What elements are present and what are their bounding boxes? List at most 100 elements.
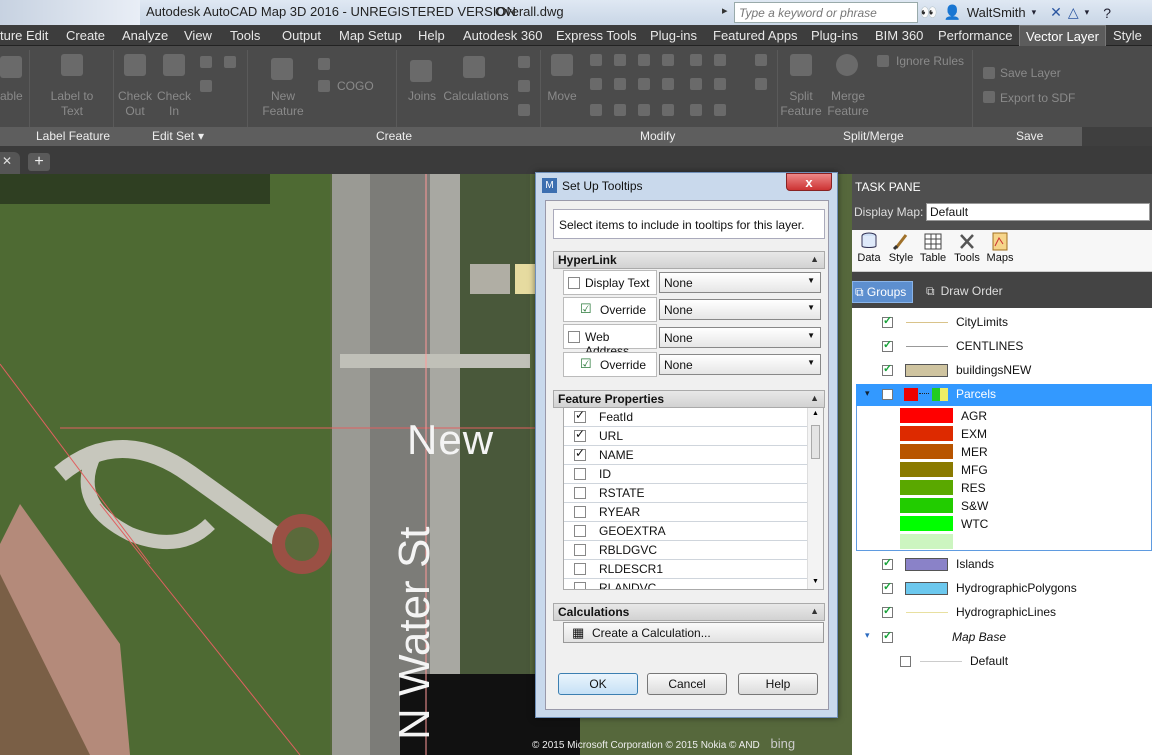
layer-visibility-checkbox[interactable]: [882, 389, 893, 400]
chevron-down-icon[interactable]: ▾: [865, 630, 870, 641]
display-map-dropdown[interactable]: Default: [926, 203, 1150, 221]
layer-visibility-checkbox[interactable]: [882, 362, 893, 376]
check-out-button[interactable]: Check Out: [116, 89, 154, 119]
tab-feature-edit[interactable]: ture Edit: [0, 28, 48, 43]
layer-row[interactable]: Default: [852, 651, 1152, 673]
list-item[interactable]: GEOEXTRA: [564, 522, 808, 541]
display-text-select[interactable]: None ▼: [659, 272, 821, 293]
cogo-dropdown[interactable]: COGO: [337, 79, 387, 94]
layer-row[interactable]: buildingsNEW: [852, 360, 1152, 382]
layer-row-selected[interactable]: ▾ Parcels: [856, 384, 1152, 406]
close-button[interactable]: x: [786, 173, 832, 191]
modify-icon[interactable]: [690, 104, 702, 116]
layer-visibility-checkbox[interactable]: [882, 580, 893, 594]
binoculars-icon[interactable]: 👀: [920, 4, 937, 21]
modify-icon[interactable]: [638, 78, 650, 90]
modify-icon[interactable]: [590, 104, 602, 116]
property-checkbox[interactable]: [574, 446, 586, 461]
list-item[interactable]: RBLDGVC: [564, 541, 808, 560]
autodesk-a360-icon[interactable]: △: [1068, 4, 1079, 21]
tab-featured-apps[interactable]: Featured Apps: [713, 28, 798, 43]
tab-bim-360[interactable]: BIM 360: [875, 28, 923, 43]
modify-icon[interactable]: [662, 54, 674, 66]
new-feature-button[interactable]: New Feature: [258, 89, 308, 119]
collapse-icon[interactable]: ▲: [810, 393, 819, 403]
tab-help[interactable]: Help: [418, 28, 445, 43]
ok-button[interactable]: OK: [558, 673, 638, 695]
list-item[interactable]: RLANDVC: [564, 579, 808, 589]
save-layer-button[interactable]: Save Layer: [1000, 66, 1080, 81]
split-feature-button[interactable]: Split Feature: [780, 89, 822, 119]
tab-vector-layer[interactable]: Vector Layer: [1019, 25, 1106, 46]
list-item[interactable]: FeatId: [564, 408, 808, 427]
tab-style[interactable]: Style: [1113, 28, 1142, 43]
add-tab-button[interactable]: +: [28, 153, 50, 171]
modify-icon[interactable]: [638, 104, 650, 116]
calculations-button[interactable]: Calculations: [440, 89, 512, 104]
edit-set-icon[interactable]: [224, 56, 236, 68]
ignore-rules-button[interactable]: Ignore Rules: [896, 54, 976, 69]
calculations-section-header[interactable]: Calculations ▲: [553, 603, 825, 621]
label-to-text-button[interactable]: Label to Text: [44, 89, 100, 119]
layer-row[interactable]: CENTLINES: [852, 336, 1152, 358]
tab-express-tools[interactable]: Express Tools: [556, 28, 637, 43]
tab-view[interactable]: View: [184, 28, 212, 43]
modify-icon[interactable]: [714, 54, 726, 66]
tab-autodesk-360[interactable]: Autodesk 360: [463, 28, 543, 43]
modify-icon[interactable]: [755, 78, 767, 90]
tab-draw-order[interactable]: ⧉ Draw Order: [926, 284, 1003, 299]
property-checkbox[interactable]: [574, 525, 586, 537]
property-checkbox[interactable]: [574, 408, 586, 423]
collapse-icon[interactable]: ▲: [810, 254, 819, 264]
list-item[interactable]: RYEAR: [564, 503, 808, 522]
property-checkbox[interactable]: [574, 582, 586, 589]
close-icon[interactable]: ✕: [2, 154, 12, 168]
modify-icon[interactable]: [614, 104, 626, 116]
table-button[interactable]: Table: [916, 232, 950, 264]
scrollbar[interactable]: ▲ ▼: [807, 408, 823, 589]
list-item[interactable]: RLDESCR1: [564, 560, 808, 579]
chevron-down-icon[interactable]: ▾: [1085, 7, 1090, 18]
style-button[interactable]: Style: [884, 232, 918, 264]
layer-visibility-checkbox[interactable]: [882, 629, 893, 643]
document-tab[interactable]: ✕: [0, 152, 20, 174]
feature-properties-list[interactable]: FeatId URL NAME ID RSTATE RYEAR GEOEXTRA…: [563, 407, 824, 590]
tab-performance[interactable]: Performance: [938, 28, 1012, 43]
scroll-down-icon[interactable]: ▼: [812, 578, 819, 585]
web-address-override-select[interactable]: None ▼: [659, 354, 821, 375]
layer-row[interactable]: HydrographicLines: [852, 602, 1152, 624]
tool-icon[interactable]: [518, 104, 530, 116]
feature-properties-section-header[interactable]: Feature Properties ▲: [553, 390, 825, 408]
scroll-up-icon[interactable]: ▲: [812, 410, 819, 417]
modify-icon[interactable]: [662, 78, 674, 90]
panel-label-feature[interactable]: Label Feature: [36, 129, 110, 143]
chevron-down-icon[interactable]: ▾: [865, 388, 870, 399]
user-name[interactable]: WaltSmith: [967, 5, 1026, 20]
property-checkbox[interactable]: [574, 487, 586, 499]
layer-visibility-checkbox[interactable]: [882, 556, 893, 570]
list-item[interactable]: RSTATE: [564, 484, 808, 503]
layer-visibility-checkbox[interactable]: [882, 314, 893, 328]
tab-groups[interactable]: ⧉ Groups: [852, 281, 913, 303]
move-button[interactable]: Move: [543, 89, 581, 104]
tools-button[interactable]: Tools: [950, 232, 984, 264]
modify-icon[interactable]: [590, 54, 602, 66]
modify-icon[interactable]: [714, 104, 726, 116]
tab-map-setup[interactable]: Map Setup: [339, 28, 402, 43]
display-text-override-select[interactable]: None ▼: [659, 299, 821, 320]
scrollbar-thumb[interactable]: [811, 425, 820, 459]
layer-visibility-checkbox[interactable]: [882, 338, 893, 352]
help-button[interactable]: Help: [738, 673, 818, 695]
chevron-right-icon[interactable]: ▸: [722, 4, 728, 17]
chevron-down-icon[interactable]: ▾: [198, 129, 204, 143]
joins-button[interactable]: Joins: [400, 89, 444, 104]
tab-create[interactable]: Create: [66, 28, 105, 43]
tab-tools[interactable]: Tools: [230, 28, 260, 43]
layer-visibility-checkbox[interactable]: [882, 604, 893, 618]
draw-icon[interactable]: [318, 58, 330, 70]
property-checkbox[interactable]: [574, 563, 586, 575]
square-icon[interactable]: [638, 54, 650, 66]
list-item[interactable]: URL: [564, 427, 808, 446]
hyperlink-section-header[interactable]: HyperLink ▲: [553, 251, 825, 269]
tab-plug-ins-2[interactable]: Plug-ins: [811, 28, 858, 43]
